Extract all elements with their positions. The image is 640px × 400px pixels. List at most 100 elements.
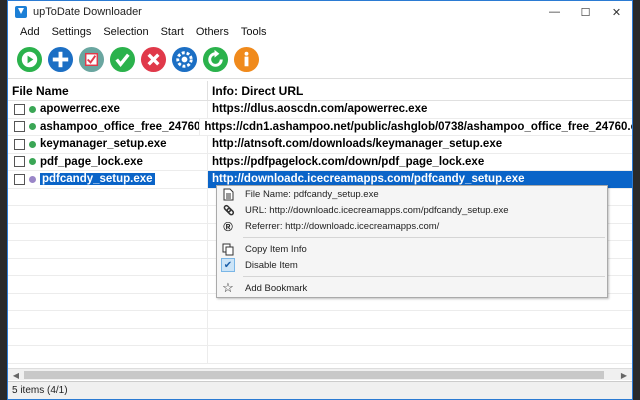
column-file-name[interactable]: File Name <box>8 80 208 101</box>
status-dot <box>29 175 36 183</box>
refresh-icon <box>202 46 229 73</box>
empty-cell <box>8 223 208 241</box>
empty-row <box>8 328 632 346</box>
toolbar <box>8 41 632 79</box>
remove-button[interactable] <box>140 46 167 73</box>
empty-row <box>8 345 632 364</box>
empty-cell <box>8 328 208 346</box>
link-icon <box>221 203 235 217</box>
add-button[interactable] <box>47 46 74 73</box>
scroll-right-icon[interactable]: ▶ <box>617 369 631 381</box>
status-dot <box>29 105 36 113</box>
ctx-referrer-label: Referrer: http://downloadc.icecreamapps.… <box>245 220 440 232</box>
menu-bar: Add Settings Selection Start Others Tool… <box>8 23 632 41</box>
scroll-left-icon[interactable]: ◀ <box>9 369 23 381</box>
ctx-referrer[interactable]: ® Referrer: http://downloadc.icecreamapp… <box>217 218 607 234</box>
ctx-copy-item-info[interactable]: Copy Item Info <box>217 241 607 257</box>
table-row[interactable]: pdf_page_lock.exe https://pdfpagelock.co… <box>8 153 632 171</box>
ctx-file-name[interactable]: File Name: pdfcandy_setup.exe <box>217 186 607 202</box>
row-checkbox[interactable] <box>14 121 25 133</box>
document-icon <box>221 187 235 201</box>
file-name: keymanager_setup.exe <box>40 138 167 151</box>
app-window: upToDate Downloader — ☐ ✕ Add Settings S… <box>7 0 633 400</box>
menu-add[interactable]: Add <box>20 26 40 38</box>
file-cell: keymanager_setup.exe <box>8 135 208 153</box>
maximize-button[interactable]: ☐ <box>570 1 601 23</box>
ctx-add-bookmark[interactable]: ☆ Add Bookmark <box>217 280 607 296</box>
url-cell: https://dlus.aoscdn.com/apowerrec.exe <box>212 103 428 116</box>
menu-separator <box>243 276 605 277</box>
ctx-copy-label: Copy Item Info <box>245 243 307 255</box>
ctx-disable-item[interactable]: ✔ Disable Item <box>217 257 607 273</box>
url-cell: https://pdfpagelock.com/down/pdf_page_lo… <box>212 155 485 168</box>
window-controls: — ☐ ✕ <box>539 1 632 23</box>
refresh-button[interactable] <box>202 46 229 73</box>
info-button[interactable] <box>233 46 260 73</box>
remove-icon <box>140 46 167 73</box>
ctx-url-label: URL: http://downloadc.icecreamapps.com/p… <box>245 204 509 216</box>
file-name: pdf_page_lock.exe <box>40 155 143 168</box>
minimize-button[interactable]: — <box>539 1 570 23</box>
status-dot <box>29 140 36 148</box>
menu-selection[interactable]: Selection <box>103 26 148 38</box>
menu-separator <box>243 237 605 238</box>
table-row[interactable]: apowerrec.exe https://dlus.aoscdn.com/ap… <box>8 100 632 119</box>
row-checkbox[interactable] <box>14 103 25 115</box>
add-icon <box>47 46 74 73</box>
title-bar: upToDate Downloader — ☐ ✕ <box>8 1 632 23</box>
registered-icon: ® <box>223 218 233 234</box>
ctx-url[interactable]: URL: http://downloadc.icecreamapps.com/p… <box>217 202 607 218</box>
menu-tools[interactable]: Tools <box>241 26 267 38</box>
select-icon <box>78 46 105 73</box>
start-button[interactable] <box>16 46 43 73</box>
window-title: upToDate Downloader <box>33 6 142 18</box>
empty-cell <box>8 258 208 276</box>
menu-settings[interactable]: Settings <box>52 26 92 38</box>
empty-cell <box>8 240 208 258</box>
file-name: apowerrec.exe <box>40 103 120 116</box>
ctx-file-name-label: File Name: pdfcandy_setup.exe <box>245 188 379 200</box>
horizontal-scrollbar[interactable]: ◀ ▶ <box>8 368 632 380</box>
ctx-disable-label: Disable Item <box>245 259 298 271</box>
checkmark-icon: ✔ <box>221 258 235 272</box>
table-row[interactable]: ashampoo_office_free_24760.exe https://c… <box>8 118 632 136</box>
row-checkbox[interactable] <box>14 138 25 150</box>
menu-others[interactable]: Others <box>196 26 229 38</box>
row-checkbox[interactable] <box>14 156 25 168</box>
check-icon <box>109 46 136 73</box>
file-cell: ashampoo_office_free_24760.exe <box>8 118 201 136</box>
check-button[interactable] <box>109 46 136 73</box>
empty-cell <box>8 310 208 328</box>
status-dot <box>29 123 36 131</box>
select-button[interactable] <box>78 46 105 73</box>
close-button[interactable]: ✕ <box>601 1 632 23</box>
copy-icon <box>221 242 235 256</box>
url-cell: http://atnsoft.com/downloads/keymanager_… <box>212 138 503 151</box>
empty-row <box>8 310 632 329</box>
url-cell: https://cdn1.ashampoo.net/public/ashglob… <box>204 120 632 133</box>
settings-button[interactable] <box>171 46 198 73</box>
empty-cell <box>8 205 208 223</box>
file-cell: pdfcandy_setup.exe <box>8 170 208 188</box>
empty-cell <box>8 275 208 293</box>
status-text: 5 items (4/1) <box>12 385 68 396</box>
scroll-thumb[interactable] <box>24 371 604 379</box>
column-direct-url[interactable]: Info: Direct URL <box>208 81 303 101</box>
start-icon <box>16 46 43 73</box>
empty-cell <box>8 345 208 363</box>
empty-cell <box>8 293 208 311</box>
file-name: pdfcandy_setup.exe <box>40 173 155 186</box>
ctx-bookmark-label: Add Bookmark <box>245 282 308 294</box>
status-bar: 5 items (4/1) <box>8 381 632 399</box>
file-name: ashampoo_office_free_24760.exe <box>40 120 201 133</box>
empty-cell <box>8 188 208 206</box>
menu-start[interactable]: Start <box>161 26 184 38</box>
context-menu: File Name: pdfcandy_setup.exe URL: http:… <box>216 185 608 298</box>
file-cell: pdf_page_lock.exe <box>8 153 208 171</box>
table-header: File Name Info: Direct URL <box>8 80 632 101</box>
star-icon: ☆ <box>222 280 234 295</box>
table-row[interactable]: keymanager_setup.exe http://atnsoft.com/… <box>8 135 632 154</box>
status-dot <box>29 158 36 166</box>
row-checkbox[interactable] <box>14 173 25 185</box>
file-cell: apowerrec.exe <box>8 100 208 118</box>
